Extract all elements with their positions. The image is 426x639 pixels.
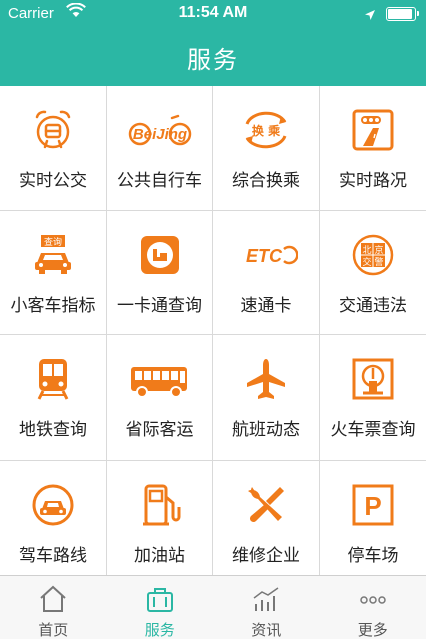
tab-more[interactable]: 更多 [320,576,426,639]
grid-item-transit-card[interactable]: 一卡通查询 [107,211,213,335]
clock-label: 11:54 AM [178,4,248,21]
grid-item-gas-station[interactable]: 加油站 [107,461,213,575]
grid-item-train-ticket[interactable]: 火车票查询 [320,335,426,461]
tab-label: 更多 [357,621,388,639]
grid-item-label: 加油站 [134,546,185,566]
tab-label: 首页 [38,621,69,639]
svg-text:警: 警 [374,256,383,268]
grid-item-public-bike[interactable]: BeiJing 公共自行车 [107,86,213,211]
parking-letter: P [364,491,381,521]
grid-item-driving-route[interactable]: 驾车路线 [0,461,107,575]
grid-item-label: 速通卡 [240,296,292,316]
etc-logo-text: ETC [246,246,283,266]
location-arrow-icon [364,6,376,25]
wifi-icon [66,2,86,23]
carrier-label: Carrier [8,5,54,22]
grid-item-flight-status[interactable]: 航班动态 [213,335,320,461]
grid-item-realtime-bus[interactable]: 实时公交 [0,86,107,211]
grid-item-label: 一卡通查询 [117,296,202,316]
grid-item-intercity-coach[interactable]: 省际客运 [107,335,213,461]
grid-item-label: 地铁查询 [19,420,87,440]
tab-news[interactable]: 资讯 [213,576,320,639]
grid-item-label: 停车场 [347,546,399,566]
bike-logo-text: BeiJing [132,126,186,143]
tab-bar: 首页 服务 资讯 更多 [0,575,426,639]
status-bar: Carrier 11:54 AM [0,0,426,28]
gas-pump-icon [138,483,182,527]
home-icon [38,584,68,614]
beijing-bike-icon: BeiJing [128,108,192,152]
grid-item-transfer[interactable]: 换 乘 综合换乘 [213,86,320,211]
svg-text:京: 京 [374,244,383,256]
grid-item-label: 实时路况 [339,171,407,191]
grid-item-label: 火车票查询 [330,420,416,440]
tab-label: 服务 [144,621,175,639]
grid-item-label: 公共自行车 [117,171,202,191]
grid-item-label: 实时公交 [19,171,87,191]
grid-item-repair-shop[interactable]: 维修企业 [213,461,320,575]
briefcase-icon [145,584,175,614]
tab-home[interactable]: 首页 [0,576,107,639]
grid-item-label: 小客车指标 [10,296,96,316]
svg-text:交: 交 [362,256,371,268]
traffic-police-seal-icon: 北 京 交 警 [351,233,395,277]
etc-icon: ETC [234,233,298,277]
transfer-icon-text: 换 乘 [252,123,280,138]
bus-alarm-icon [31,108,75,152]
coach-bus-icon [129,357,191,401]
parking-icon: P [351,483,395,527]
railway-icon [351,357,395,401]
car-route-icon [31,483,75,527]
grid-item-parking-lot[interactable]: P 停车场 [320,461,426,575]
grid-item-label: 驾车路线 [19,546,87,566]
transfer-icon: 换 乘 [239,108,293,152]
grid-item-etc-card[interactable]: ETC 速通卡 [213,211,320,335]
tab-services[interactable]: 服务 [107,576,214,639]
grid-item-traffic-violation[interactable]: 北 京 交 警 交通违法 [320,211,426,335]
grid-item-subway[interactable]: 地铁查询 [0,335,107,461]
tab-label: 资讯 [251,621,282,639]
subway-icon [31,357,75,401]
airplane-icon [244,357,288,401]
wrench-screwdriver-icon [244,483,288,527]
grid-item-realtime-traffic[interactable]: 实时路况 [320,86,426,211]
chart-icon [251,584,281,614]
grid-item-label: 航班动态 [232,420,300,440]
transit-card-icon [138,233,182,277]
grid-item-label: 综合换乘 [232,171,300,191]
traffic-light-road-icon [351,108,395,152]
grid-item-label: 交通违法 [339,296,407,316]
more-dots-icon [358,584,388,614]
car-query-icon: 查询 [31,233,75,277]
svg-text:北: 北 [362,245,371,256]
grid-item-car-quota[interactable]: 查询 小客车指标 [0,211,107,335]
navigation-header: Carrier 11:54 AM 服务 [0,0,426,86]
service-grid: 实时公交 BeiJing 公共自行车 换 乘 综合换乘 实时路况 查询 小客车指… [0,86,426,575]
battery-icon [386,7,419,21]
grid-item-label: 维修企业 [232,546,300,566]
car-query-text: 查询 [44,236,62,248]
page-title: 服务 [187,46,239,74]
grid-item-label: 省际客运 [125,420,194,440]
